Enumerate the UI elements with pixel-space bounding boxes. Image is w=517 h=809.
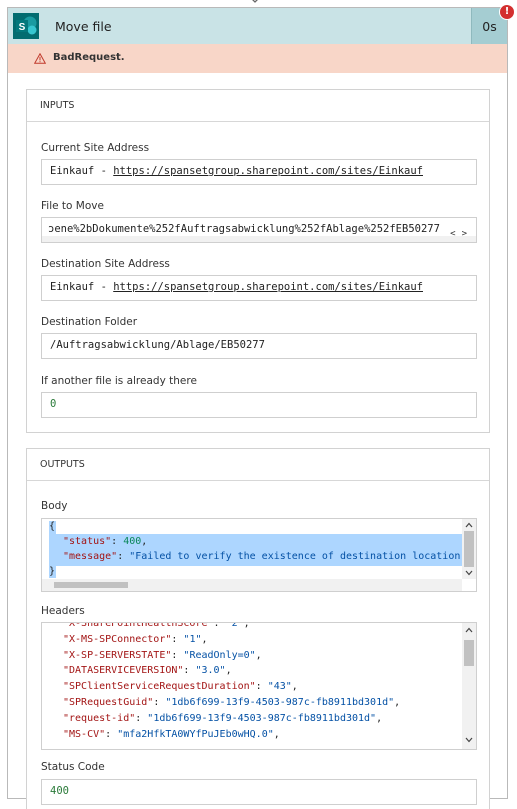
connector-arrow-icon	[252, 0, 258, 3]
destination-folder-value: /Auftragsabwicklung/Ablage/EB50277	[50, 339, 265, 351]
error-bar: BadRequest.	[8, 44, 507, 73]
if-exists-value: 0	[50, 398, 57, 410]
if-exists-field[interactable]: 0	[41, 392, 477, 418]
destination-site-address-field[interactable]: Einkauf - https://spansetgroup.sharepoin…	[41, 275, 477, 301]
scroll-down-icon[interactable]	[465, 570, 473, 576]
destination-site-address-link[interactable]: https://spansetgroup.sharepoint.com/site…	[113, 281, 423, 293]
scroll-arrows-icon[interactable]: <>	[450, 229, 473, 239]
action-header[interactable]: S Move file 0s	[8, 8, 507, 44]
current-site-address-value: Einkauf - https://spansetgroup.sharepoin…	[50, 165, 423, 177]
if-exists-label: If another file is already there	[41, 375, 197, 387]
file-to-move-field[interactable]: ɔene%2bDokumente%252fAuftragsabwicklung%…	[41, 217, 477, 243]
headers-label: Headers	[41, 605, 85, 617]
header-line: "SPClientServiceRequestDuration": "43",	[63, 681, 298, 693]
file-to-move-label: File to Move	[41, 200, 104, 212]
header-line: "SPRequestGuid": "1db6f699-13f9-4503-987…	[63, 697, 401, 708]
warning-icon	[34, 53, 46, 64]
file-to-move-scrollbar[interactable]	[42, 236, 476, 242]
current-site-address-field[interactable]: Einkauf - https://spansetgroup.sharepoin…	[41, 159, 477, 185]
move-file-action-card: S Move file 0s ! BadRequest. INPUTS Curr…	[7, 4, 515, 809]
headers-code-box[interactable]: "X-SharePointHealthScore": "2", "X-MS-SPC…	[41, 622, 477, 750]
body-vertical-scrollbar[interactable]	[462, 519, 476, 579]
scroll-down-icon[interactable]	[465, 737, 473, 743]
header-line: "DATASERVICEVERSION": "3.0",	[63, 665, 232, 677]
inputs-section-title: INPUTS	[40, 100, 75, 111]
inputs-section-header: INPUTS	[27, 90, 489, 122]
current-site-address-link[interactable]: https://spansetgroup.sharepoint.com/site…	[113, 165, 423, 177]
body-label: Body	[41, 500, 68, 512]
outputs-section-header: OUTPUTS	[27, 449, 489, 481]
header-line: "request-id": "1db6f699-13f9-4503-987c-f…	[63, 712, 383, 724]
headers-vertical-scrollbar[interactable]	[462, 623, 476, 749]
headers-scroll-thumb[interactable]	[464, 640, 474, 666]
body-horizontal-scrollbar[interactable]	[42, 579, 462, 591]
status-code-label: Status Code	[41, 761, 105, 773]
header-line: "X-SharePointHealthScore": "2",	[63, 622, 250, 629]
destination-site-address-value: Einkauf - https://spansetgroup.sharepoin…	[50, 281, 423, 293]
error-badge-icon: !	[499, 4, 515, 20]
body-open-brace: {	[49, 521, 56, 532]
header-line: "X-SP-SERVERSTATE": "ReadOnly=0",	[63, 649, 262, 661]
scroll-up-icon[interactable]	[465, 522, 473, 528]
body-status-line: "status": 400,	[63, 536, 148, 547]
body-code-box[interactable]: { "status": 400, "message": "Failed to v…	[41, 518, 477, 592]
destination-folder-label: Destination Folder	[41, 316, 138, 328]
action-title: Move file	[55, 19, 112, 34]
outputs-section: OUTPUTS Body { "status": 400, "message":…	[26, 448, 490, 809]
current-site-address-label: Current Site Address	[41, 142, 150, 154]
status-code-field[interactable]: 400	[41, 779, 477, 805]
outputs-section-title: OUTPUTS	[40, 459, 85, 470]
destination-site-address-label: Destination Site Address	[41, 258, 170, 270]
inputs-section: INPUTS Current Site Address Einkauf - ht…	[26, 89, 490, 433]
action-duration: 0s	[482, 19, 497, 34]
header-line: "MS-CV": "mfa2HfkTA0WYfPuJEb0wHQ.0",	[63, 728, 280, 740]
header-line: "X-MS-SPConnector": "1",	[63, 633, 208, 645]
body-message-line: "message": "Failed to verify the existen…	[63, 551, 461, 562]
body-hscroll-thumb[interactable]	[54, 582, 128, 588]
scroll-up-icon[interactable]	[465, 627, 473, 633]
body-close-brace: }	[49, 566, 56, 577]
body-scroll-thumb[interactable]	[464, 531, 474, 567]
svg-text:S: S	[19, 22, 26, 33]
sharepoint-logo-icon: S	[13, 13, 39, 39]
destination-folder-field[interactable]: /Auftragsabwicklung/Ablage/EB50277	[41, 333, 477, 359]
status-code-value: 400	[50, 785, 69, 797]
file-to-move-value: ɔene%2bDokumente%252fAuftragsabwicklung%…	[48, 223, 440, 235]
error-message: BadRequest.	[53, 52, 125, 63]
